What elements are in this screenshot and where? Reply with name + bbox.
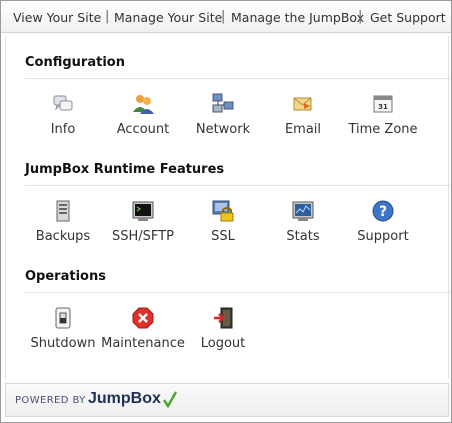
runtime-item-label: Stats — [286, 229, 320, 244]
email-icon — [293, 97, 312, 111]
help-icon: ? — [372, 200, 394, 222]
nav-separator: | — [358, 9, 363, 24]
nav-separator: | — [105, 9, 110, 24]
runtime-item-label: Support — [357, 229, 409, 244]
app-window: View Your Site | Manage Your Site | Mana… — [0, 0, 452, 423]
section-divider — [25, 185, 451, 186]
config-item-label: Account — [116, 122, 170, 137]
runtime-item-label: SSH/SFTP — [112, 229, 174, 244]
section-divider — [25, 78, 451, 79]
logout-door-icon — [214, 307, 233, 329]
network-icon — [212, 93, 234, 113]
config-item-label: Network — [195, 122, 251, 137]
runtime-item-ssl[interactable]: SSL — [180, 200, 266, 244]
nav-separator: | — [221, 9, 226, 24]
ssl-lock-icon — [212, 200, 234, 222]
config-item-network[interactable]: Network — [180, 93, 266, 137]
runtime-item-label: Backups — [35, 229, 91, 244]
config-item-info[interactable]: Info — [20, 93, 106, 137]
config-item-time-zone[interactable]: 31 Time Zone — [340, 93, 426, 137]
stop-icon — [132, 307, 154, 329]
backups-icon — [56, 200, 70, 222]
terminal-icon — [132, 201, 154, 221]
config-item-account[interactable]: Account — [100, 93, 186, 137]
power-switch-icon — [55, 307, 71, 329]
runtime-item-backups[interactable]: Backups — [20, 200, 106, 244]
config-item-label: Time Zone — [348, 122, 418, 137]
operations-item-maintenance[interactable]: Maintenance — [100, 307, 186, 351]
config-item-email[interactable]: Email — [260, 93, 346, 137]
view-your-site-link[interactable]: View Your Site — [13, 10, 101, 25]
section-title-operations: Operations — [25, 269, 106, 284]
section-title-runtime: JumpBox Runtime Features — [25, 162, 225, 177]
config-item-label: Email — [284, 122, 322, 137]
top-nav: View Your Site | Manage Your Site | Mana… — [1, 1, 451, 33]
calendar-icon: 31 — [373, 95, 393, 113]
runtime-item-ssh-sftp[interactable]: SSH/SFTP — [100, 200, 186, 244]
runtime-item-stats[interactable]: Stats — [260, 200, 346, 244]
section-divider — [25, 292, 451, 293]
config-item-label: Info — [50, 122, 76, 137]
manage-jumpbox-link[interactable]: Manage the JumpBox — [231, 10, 364, 25]
operations-item-label: Shutdown — [30, 336, 96, 351]
logo-checkmark-icon — [162, 391, 178, 408]
svg-text:?: ? — [379, 204, 387, 220]
operations-item-label: Maintenance — [101, 336, 185, 351]
powered-by-text: POWERED BY — [15, 395, 86, 406]
runtime-item-support[interactable]: ? Support — [340, 200, 426, 244]
account-icon — [133, 95, 154, 114]
calendar-day: 31 — [378, 103, 388, 111]
footer-bar: POWERED BY JumpBox — [5, 383, 449, 417]
get-support-link[interactable]: Get Support — [370, 10, 446, 25]
runtime-item-label: SSL — [211, 229, 235, 244]
info-icon — [53, 95, 73, 111]
stats-icon — [292, 201, 314, 221]
jumpbox-logo: JumpBox — [88, 390, 161, 407]
operations-item-logout[interactable]: Logout — [180, 307, 266, 351]
manage-your-site-link[interactable]: Manage Your Site — [114, 10, 222, 25]
operations-item-label: Logout — [200, 336, 246, 351]
section-title-configuration: Configuration — [25, 55, 125, 70]
operations-item-shutdown[interactable]: Shutdown — [20, 307, 106, 351]
